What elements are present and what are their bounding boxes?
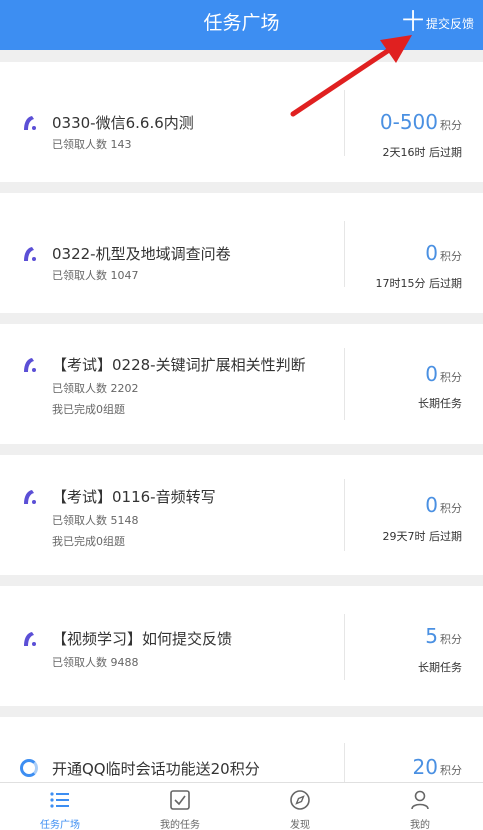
task-name: 开通QQ临时会话功能送20积分 — [52, 760, 260, 778]
task-name: 0322-机型及地域调查问卷 — [52, 245, 231, 263]
card-divider — [344, 348, 345, 420]
tab-task-square[interactable]: 任务广场 — [0, 783, 120, 830]
checkbox-icon — [170, 790, 190, 810]
task-points-unit: 积分 — [440, 633, 462, 646]
task-points: 20 积分 — [413, 755, 462, 779]
task-card[interactable]: 0322-机型及地域调查问卷 已领取人数 1047 0 积分 17时15分 后过… — [0, 193, 483, 313]
task-card[interactable]: 【考试】0228-关键词扩展相关性判断 已领取人数 2202 我已完成0组题 0… — [0, 324, 483, 444]
task-points-value: 0 — [425, 241, 438, 265]
task-name: 【视频学习】如何提交反馈 — [52, 630, 233, 648]
task-expire: 长期任务 — [418, 397, 462, 410]
task-points-unit: 积分 — [440, 371, 462, 384]
task-points-value: 0-500 — [379, 110, 438, 134]
task-card[interactable]: 【视频学习】如何提交反馈 已领取人数 9488 5 积分 长期任务 — [0, 586, 483, 706]
list-icon — [50, 792, 69, 808]
submit-feedback-button[interactable]: 十 提交反馈 — [402, 10, 474, 36]
tab-discover[interactable]: 发现 — [240, 783, 360, 830]
task-points-unit: 积分 — [440, 502, 462, 515]
task-expire: 2天16时 后过期 — [382, 146, 463, 159]
tab-label: 发现 — [290, 820, 310, 830]
card-divider — [344, 221, 345, 287]
tab-label: 我的 — [410, 820, 430, 830]
tick-arc-icon — [21, 356, 37, 374]
task-points-unit: 积分 — [440, 764, 462, 777]
card-divider — [344, 743, 345, 782]
task-expire: 17时15分 后过期 — [375, 277, 463, 290]
task-points-value: 5 — [425, 624, 438, 648]
task-points: 5 积分 — [425, 624, 462, 648]
compass-icon — [290, 790, 310, 810]
task-claimed-count: 已领取人数 2202 — [52, 382, 139, 395]
task-points-unit: 积分 — [440, 119, 462, 132]
task-card[interactable]: 0330-微信6.6.6内测 已领取人数 143 0-500 积分 2天16时 … — [0, 62, 483, 182]
task-points: 0 积分 — [425, 241, 462, 265]
task-name: 【考试】0116-音频转写 — [52, 488, 216, 506]
task-claimed-count: 已领取人数 143 — [52, 138, 132, 151]
tab-label: 任务广场 — [40, 820, 80, 830]
bottom-tab-bar: 任务广场 我的任务 发现 我的 — [0, 782, 483, 830]
task-points: 0 积分 — [425, 493, 462, 517]
task-points-value: 0 — [425, 362, 438, 386]
task-completed-count: 我已完成0组题 — [52, 403, 125, 416]
task-points-unit: 积分 — [440, 250, 462, 263]
task-name: 【考试】0228-关键词扩展相关性判断 — [52, 356, 306, 374]
task-expire: 长期任务 — [418, 661, 462, 674]
task-points: 0-500 积分 — [380, 110, 462, 134]
tick-arc-icon — [21, 114, 37, 132]
task-claimed-count: 已领取人数 1047 — [52, 269, 139, 282]
task-points: 0 积分 — [425, 362, 462, 386]
task-points-value: 20 — [412, 755, 438, 779]
card-divider — [344, 614, 345, 680]
card-divider — [344, 479, 345, 551]
tab-label: 我的任务 — [160, 820, 200, 830]
submit-feedback-label: 提交反馈 — [425, 16, 474, 31]
plus-icon: 十 — [401, 10, 424, 35]
tick-arc-icon — [21, 488, 37, 506]
task-claimed-count: 已领取人数 5148 — [52, 514, 139, 527]
tab-my-tasks[interactable]: 我的任务 — [120, 783, 240, 830]
task-card[interactable]: 【考试】0116-音频转写 已领取人数 5148 我已完成0组题 0 积分 29… — [0, 455, 483, 575]
tick-arc-icon — [21, 630, 37, 648]
card-divider — [344, 90, 345, 156]
qq-swirl-icon — [20, 759, 38, 777]
task-completed-count: 我已完成0组题 — [52, 535, 125, 548]
task-points-value: 0 — [425, 493, 438, 517]
task-expire: 29天7时 后过期 — [382, 530, 463, 543]
tab-mine[interactable]: 我的 — [360, 783, 480, 830]
task-name: 0330-微信6.6.6内测 — [52, 114, 194, 132]
app-header: 任务广场 十 提交反馈 — [0, 0, 483, 50]
task-claimed-count: 已领取人数 9488 — [52, 656, 139, 669]
task-card[interactable]: 开通QQ临时会话功能送20积分 20 积分 — [0, 717, 483, 782]
task-list[interactable]: 0330-微信6.6.6内测 已领取人数 143 0-500 积分 2天16时 … — [0, 50, 483, 782]
tick-arc-icon — [21, 245, 37, 263]
person-icon — [411, 790, 429, 810]
